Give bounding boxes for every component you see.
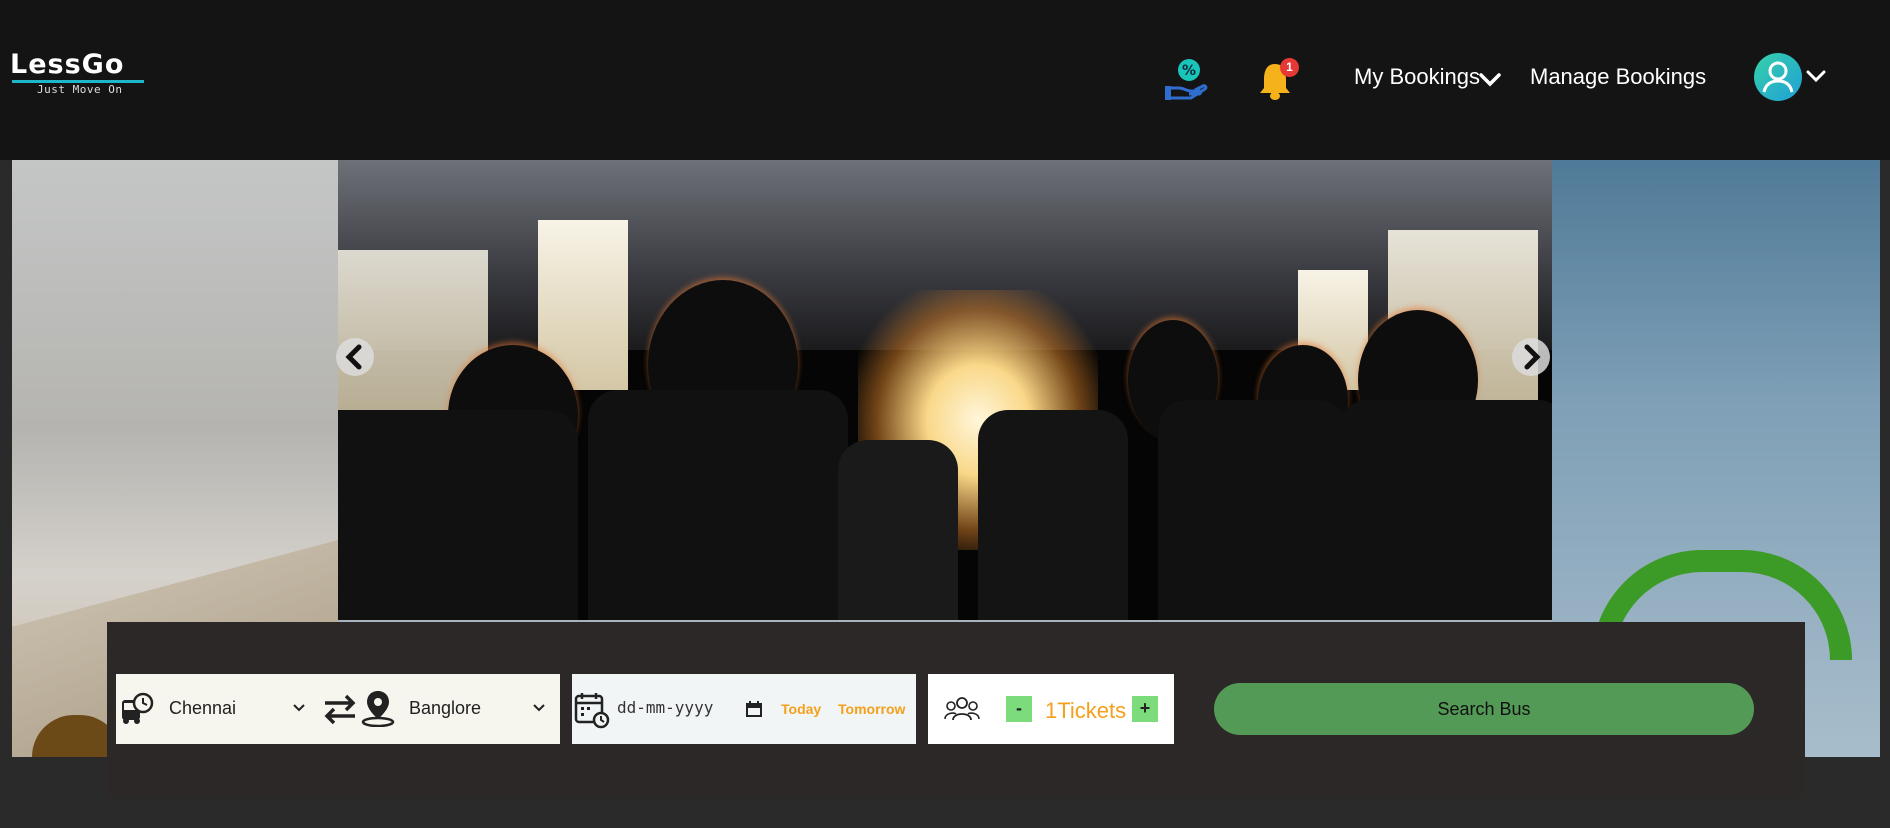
today-button[interactable]: Today — [781, 701, 821, 717]
bus-seat — [978, 410, 1128, 620]
brand-logo[interactable]: LessGo Just Move On — [10, 50, 150, 96]
chevron-down-icon[interactable] — [1478, 70, 1502, 90]
nav-my-bookings[interactable]: My Bookings — [1354, 64, 1480, 90]
bus-schedule-icon — [122, 692, 154, 724]
chevron-down-icon[interactable] — [292, 703, 306, 713]
tomorrow-button[interactable]: Tomorrow — [838, 701, 905, 717]
brand-tagline: Just Move On — [37, 83, 123, 96]
bus-seat — [338, 410, 578, 620]
top-navbar: LessGo Just Move On % 1 My Bookings Mana… — [0, 0, 1890, 160]
account-chevron-down-icon[interactable] — [1806, 68, 1826, 85]
notification-count: 1 — [1286, 60, 1293, 74]
carousel-active-slide-image — [338, 160, 1552, 620]
tickets-count-display: 1Tickets — [1045, 698, 1127, 723]
location-pin-icon — [361, 691, 395, 727]
route-selector: Chennai Banglore — [116, 674, 560, 744]
date-picker-icon[interactable] — [746, 701, 762, 717]
bus-search-panel: Chennai Banglore dd-mm-yyyy Today Tomorr… — [107, 622, 1805, 798]
notification-badge: 1 — [1280, 58, 1299, 77]
carousel-next-button[interactable] — [1512, 338, 1550, 376]
date-input[interactable]: dd-mm-yyyy — [617, 698, 729, 720]
brand-name: LessGo — [10, 49, 125, 80]
chevron-left-icon — [345, 344, 362, 370]
ticket-count-selector: - 1Tickets + — [928, 674, 1174, 744]
journey-date-selector: dd-mm-yyyy Today Tomorrow — [572, 674, 916, 744]
from-city-select[interactable]: Chennai — [169, 698, 236, 719]
chevron-down-icon[interactable] — [532, 703, 546, 713]
swap-arrows-icon[interactable] — [322, 691, 358, 727]
nav-manage-bookings[interactable]: Manage Bookings — [1530, 64, 1706, 90]
bus-seat — [1338, 400, 1552, 620]
search-bus-button[interactable]: Search Bus — [1214, 683, 1754, 735]
bus-seat — [1158, 400, 1348, 620]
svg-text:%: % — [1182, 63, 1196, 79]
chevron-right-icon — [1524, 344, 1541, 370]
bus-seat — [588, 390, 848, 620]
to-city-select[interactable]: Banglore — [409, 698, 481, 719]
calendar-clock-icon — [574, 693, 610, 729]
group-people-icon — [944, 697, 980, 721]
increase-tickets-button[interactable]: + — [1132, 696, 1158, 722]
decrease-tickets-button[interactable]: - — [1006, 696, 1032, 722]
offer-percent-hand-icon[interactable]: % — [1165, 58, 1209, 102]
bus-seat — [838, 440, 958, 620]
user-avatar-icon[interactable] — [1754, 53, 1802, 101]
logo-underline — [12, 80, 144, 83]
carousel-prev-button[interactable] — [336, 338, 374, 376]
